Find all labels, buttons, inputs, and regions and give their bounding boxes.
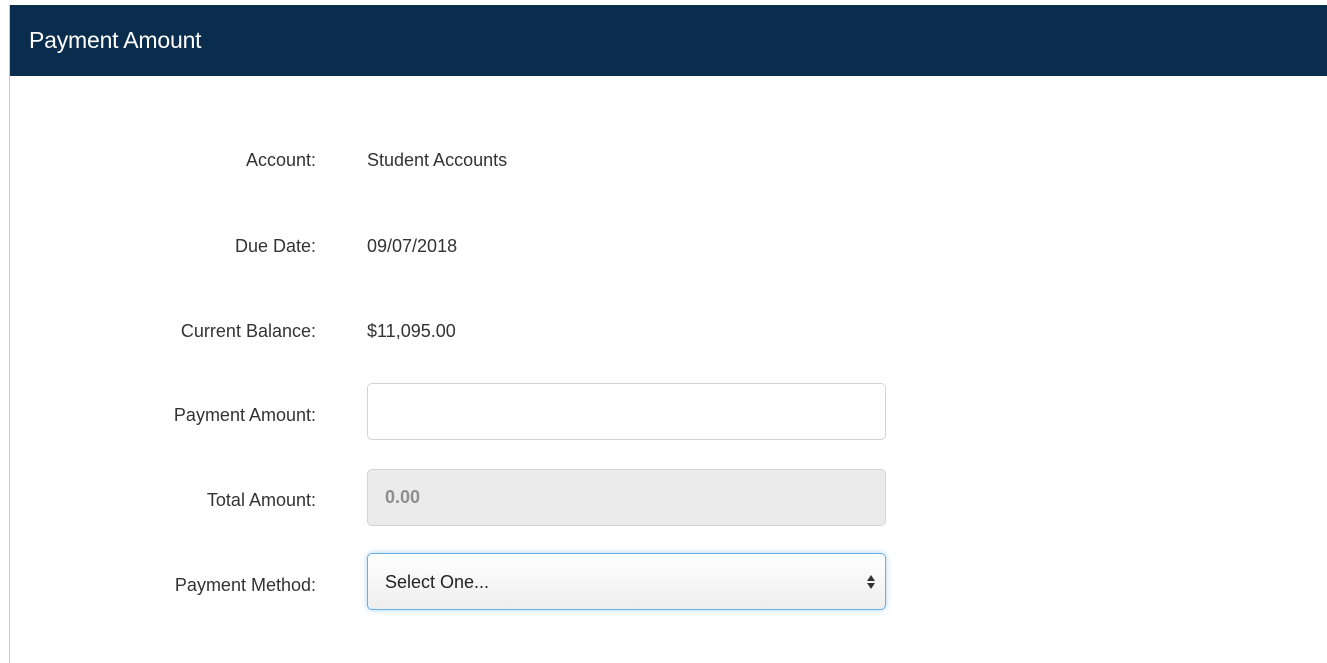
total-amount-label: Total Amount: bbox=[206, 490, 316, 510]
payment-amount-label: Payment Amount: bbox=[173, 405, 316, 425]
panel-title: Payment Amount bbox=[29, 27, 202, 53]
payment-amount-input[interactable] bbox=[367, 383, 886, 440]
payment-method-selected: Select One... bbox=[385, 572, 490, 592]
account-value: Student Accounts bbox=[367, 150, 508, 170]
due-date-label: Due Date: bbox=[234, 236, 316, 256]
total-amount-field bbox=[367, 469, 886, 526]
due-date-value: 09/07/2018 bbox=[367, 236, 458, 256]
payment-method-label: Payment Method: bbox=[174, 575, 316, 595]
current-balance-value: $11,095.00 bbox=[367, 321, 456, 341]
current-balance-label: Current Balance: bbox=[180, 321, 316, 341]
panel-header: Payment Amount bbox=[10, 5, 1327, 76]
account-label: Account: bbox=[245, 150, 316, 170]
payment-method-select[interactable]: Select One... bbox=[367, 553, 886, 610]
payment-amount-panel: Payment Amount Account: Student Accounts… bbox=[9, 5, 1327, 663]
select-arrows-icon bbox=[867, 575, 875, 589]
